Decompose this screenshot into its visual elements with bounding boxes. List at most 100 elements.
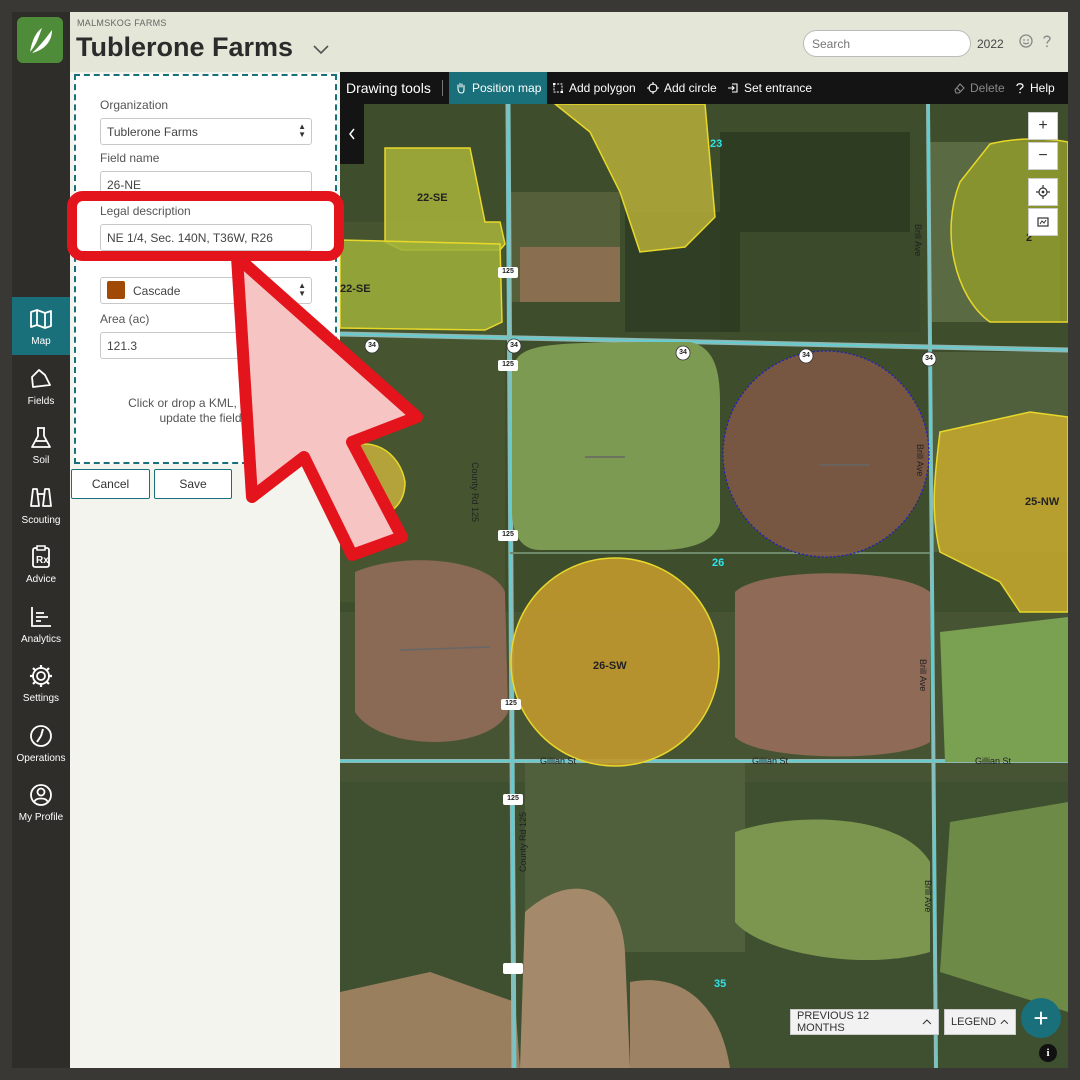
polygon-icon (553, 83, 563, 93)
previous-12-months-label: PREVIOUS 12 MONTHS (797, 1010, 870, 1034)
nav-label: Advice (25, 573, 56, 585)
drawing-toolbar: Drawing tools Position map Add polygon A… (340, 72, 1068, 104)
road-label: Brill Ave (913, 224, 923, 257)
road-label: Brill Ave (918, 659, 928, 692)
zoom-in-button[interactable]: + (1028, 112, 1058, 140)
field-name-label: Field name (100, 151, 160, 165)
position-map-label: Position map (472, 81, 542, 95)
eraser-icon (954, 83, 965, 94)
fit-icon (1037, 217, 1049, 227)
nav-my-profile[interactable]: My Profile (12, 773, 70, 831)
legend-button[interactable]: LEGEND (944, 1009, 1016, 1035)
route-shield: 34 (510, 342, 518, 349)
road-label: Brill Ave (923, 880, 933, 913)
road-label: County Rd 125 (518, 811, 528, 872)
area-label: Area (ac) (100, 312, 150, 326)
gauge-icon (30, 724, 52, 747)
app-header: MALMSKOG FARMS Tublerone Farms 2022 (70, 12, 1068, 72)
delete-label: Delete (970, 81, 1005, 95)
zoom-out-button[interactable]: − (1028, 142, 1058, 170)
organization-label: Organization (100, 98, 169, 112)
question-icon (1016, 83, 1024, 94)
prescription-icon: Rx (32, 544, 50, 568)
nav-label: Scouting (21, 514, 61, 526)
nav-scouting[interactable]: Scouting (12, 476, 70, 534)
select-arrows-icon: ▲ ▼ (298, 122, 306, 139)
gear-icon (30, 664, 52, 687)
cancel-button[interactable]: Cancel (71, 469, 150, 499)
nav-rail: Map Fields Soil Scouting Rx Advice Analy… (12, 12, 70, 1068)
nav-label: Soil (32, 454, 50, 466)
field-label[interactable]: 22-SE (417, 192, 448, 204)
farm-title[interactable]: Tublerone Farms (76, 32, 293, 63)
nav-map[interactable]: Map (12, 297, 70, 355)
toolbar-divider (442, 80, 443, 96)
nav-label: Operations (16, 752, 66, 764)
legend-label: LEGEND (951, 1016, 997, 1028)
road-label: Gillian St (752, 756, 789, 766)
road-label: Gillian St (540, 756, 577, 766)
nav-label: My Profile (18, 811, 64, 823)
satellite-map[interactable]: 22-SE 22-SE 25-NW 26-SW 2 23 26 35 Count… (340, 72, 1068, 1068)
position-map-button[interactable]: Position map (449, 72, 548, 104)
minus-icon: − (1038, 147, 1048, 164)
year-selector[interactable]: 2022 (977, 37, 1004, 51)
nav-advice[interactable]: Rx Advice (12, 535, 70, 593)
add-polygon-label: Add polygon (569, 81, 636, 95)
field-label[interactable]: 26-SW (593, 660, 627, 672)
plus-icon: + (1033, 1002, 1049, 1033)
svg-text:Rx: Rx (36, 555, 49, 566)
nav-label: Fields (27, 395, 55, 407)
chevron-down-icon[interactable] (313, 45, 329, 55)
route-shield: 125 (502, 361, 514, 368)
route-shield: 34 (802, 352, 810, 359)
app-logo[interactable] (17, 17, 63, 63)
locate-button[interactable] (1028, 178, 1058, 206)
map-icon (30, 308, 52, 329)
route-shield: 125 (502, 531, 514, 538)
fit-bounds-button[interactable] (1028, 208, 1058, 236)
profile-icon (30, 783, 52, 806)
help-button[interactable]: Help (1009, 72, 1061, 104)
nav-operations[interactable]: Operations (12, 714, 70, 772)
organization-value: Tublerone Farms (107, 125, 198, 139)
set-entrance-button[interactable]: Set entrance (721, 72, 818, 104)
organization-name: MALMSKOG FARMS (77, 18, 167, 28)
field-label[interactable]: 25-NW (1025, 496, 1059, 508)
route-shield: 125 (507, 795, 519, 802)
smiley-icon[interactable] (1019, 34, 1033, 48)
help-icon[interactable] (1041, 34, 1053, 48)
area-value: 121.3 (107, 339, 138, 353)
info-icon[interactable]: i (1039, 1044, 1057, 1062)
collapse-panel-button[interactable] (340, 104, 364, 164)
nav-label: Map (31, 335, 51, 347)
leaf-icon (30, 28, 52, 53)
color-value: Cascade (133, 284, 181, 298)
route-shield: 125 (505, 700, 517, 707)
add-button[interactable]: + (1021, 998, 1061, 1038)
nav-settings[interactable]: Settings (12, 654, 70, 712)
add-circle-button[interactable]: Add circle (641, 72, 723, 104)
app-window: Map Fields Soil Scouting Rx Advice Analy… (12, 12, 1068, 1068)
chevron-up-icon (1000, 1019, 1009, 1025)
nav-analytics[interactable]: Analytics (12, 595, 70, 653)
entrance-icon (728, 83, 738, 93)
road-label: Brill Ave (915, 444, 925, 477)
section-number: 35 (714, 978, 727, 990)
route-shield: 34 (925, 355, 933, 362)
add-polygon-button[interactable]: Add polygon (546, 72, 642, 104)
search-input[interactable] (803, 30, 971, 57)
callout-arrow-icon (231, 251, 423, 561)
nav-fields[interactable]: Fields (12, 357, 70, 415)
toolbar-title: Drawing tools (346, 80, 431, 96)
locate-icon (1036, 185, 1050, 199)
field-name-value: 26-NE (107, 178, 142, 192)
delete-button[interactable]: Delete (947, 72, 1011, 104)
color-swatch (107, 280, 125, 299)
help-label: Help (1030, 81, 1055, 95)
road-label: County Rd 125 (470, 462, 480, 523)
organization-select[interactable]: Tublerone Farms ▲ ▼ (100, 118, 312, 145)
previous-12-months-button[interactable]: PREVIOUS 12 MONTHS (790, 1009, 939, 1035)
nav-soil[interactable]: Soil (12, 416, 70, 474)
route-shield: 34 (679, 349, 687, 356)
